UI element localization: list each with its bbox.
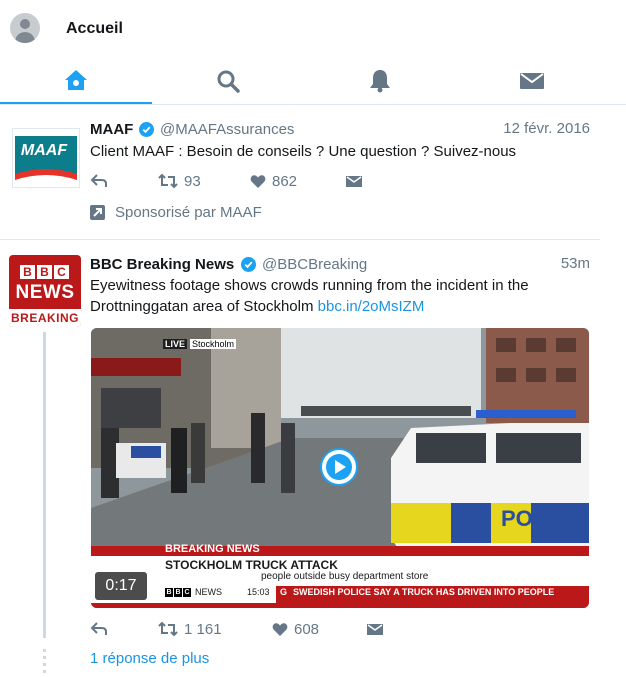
page-title: Accueil xyxy=(66,20,123,37)
tab-notifications[interactable] xyxy=(304,58,456,104)
promoted-icon xyxy=(90,205,105,220)
retweet-count: 1 161 xyxy=(184,620,222,638)
avatar[interactable] xyxy=(10,13,40,43)
tab-home[interactable] xyxy=(0,58,152,104)
maaf-logo-text: MAAF xyxy=(20,142,68,159)
video-player[interactable]: LIVE Stockholm BREAKING NEWS STOCKHOLM T… xyxy=(91,328,589,608)
live-location: Stockholm xyxy=(190,339,237,349)
mail-icon xyxy=(346,175,362,187)
maaf-logo[interactable]: MAAF xyxy=(12,128,80,188)
search-icon xyxy=(217,70,240,93)
like-count: 862 xyxy=(272,172,298,190)
heart-icon xyxy=(250,174,266,188)
author-handle[interactable]: @BBCBreaking xyxy=(262,256,367,273)
brand-block: B xyxy=(174,588,182,597)
verified-icon xyxy=(139,122,154,137)
retweet-button[interactable]: 93 xyxy=(158,171,201,191)
breaking-news-label: BREAKING NEWS xyxy=(165,543,260,555)
ticker-tag: G xyxy=(280,587,288,597)
tweet-time[interactable]: 12 févr. 2016 xyxy=(450,120,590,137)
like-button[interactable]: 862 xyxy=(250,171,297,191)
video-duration: 0:17 xyxy=(95,572,147,600)
author-handle[interactable]: @MAAFAssurances xyxy=(160,121,294,138)
video-clock: 15:03 xyxy=(247,587,270,597)
bell-icon xyxy=(370,70,390,93)
avatar-shoulders xyxy=(15,32,35,43)
dm-button[interactable] xyxy=(346,171,362,191)
tab-messages[interactable] xyxy=(456,58,608,104)
tweet-actions: 1 161 608 xyxy=(90,619,390,639)
more-replies-link[interactable]: 1 réponse de plus xyxy=(90,650,209,667)
bbc-news-text: NEWS xyxy=(15,282,75,303)
bbc-news-brand: B B C NEWS xyxy=(165,588,222,597)
brand-block: C xyxy=(183,588,191,597)
reply-button[interactable] xyxy=(90,619,108,639)
retweet-button[interactable]: 1 161 xyxy=(158,619,222,639)
mail-icon xyxy=(367,623,383,635)
heart-icon xyxy=(272,622,288,636)
live-badge: LIVE xyxy=(163,339,188,349)
tab-bar xyxy=(0,58,626,105)
ticker-text: SWEDISH POLICE SAY A TRUCK HAS DRIVEN IN… xyxy=(293,587,555,597)
tweet[interactable]: B B C NEWS BREAKING BBC Breaking News @B… xyxy=(0,240,600,676)
tweet-text-body: Eyewitness footage shows crowds running … xyxy=(90,277,529,315)
tweet-text: Eyewitness footage shows crowds running … xyxy=(90,275,590,317)
thread-dots xyxy=(43,649,46,677)
bbc-blocks: B B C xyxy=(20,265,69,279)
play-icon xyxy=(326,454,352,480)
tab-search[interactable] xyxy=(152,58,304,104)
thread-line xyxy=(43,332,46,638)
brand-news: NEWS xyxy=(195,587,222,597)
headline-text: STOCKHOLM TRUCK ATTACK xyxy=(165,558,338,572)
bbc-logo[interactable]: B B C NEWS BREAKING xyxy=(9,255,81,327)
retweet-count: 93 xyxy=(184,172,201,190)
sponsored-label: Sponsorisé par MAAF xyxy=(90,204,262,221)
author-name[interactable]: BBC Breaking News xyxy=(90,256,234,273)
retweet-icon xyxy=(158,621,178,637)
sponsored-text: Sponsorisé par MAAF xyxy=(115,204,262,221)
subline-text: people outside busy department store xyxy=(261,571,429,582)
reply-button[interactable] xyxy=(90,171,108,191)
bbc-block: B xyxy=(20,265,35,279)
like-count: 608 xyxy=(294,620,320,638)
tweet-link[interactable]: bbc.in/2oMsIZM xyxy=(318,298,425,315)
brand-block: B xyxy=(165,588,173,597)
police-text: POLIS xyxy=(501,506,568,531)
bbc-block: B xyxy=(37,265,52,279)
retweet-icon xyxy=(158,173,178,189)
home-icon xyxy=(65,70,87,90)
tweet-text: Client MAAF : Besoin de conseils ? Une q… xyxy=(90,143,517,160)
author-name[interactable]: MAAF xyxy=(90,121,133,138)
reply-icon xyxy=(90,622,107,635)
bbc-block: C xyxy=(54,265,69,279)
top-bar: Accueil xyxy=(0,0,626,58)
reply-icon xyxy=(90,174,107,187)
avatar-head xyxy=(20,19,30,29)
like-button[interactable]: 608 xyxy=(272,619,319,639)
tweet-actions: 93 862 xyxy=(90,171,390,191)
bbc-breaking-text: BREAKING xyxy=(9,309,81,327)
tweet-sponsored[interactable]: MAAF MAAF @MAAFAssurances 12 févr. 2016 … xyxy=(0,104,600,240)
mail-icon xyxy=(520,73,544,89)
verified-icon xyxy=(241,257,256,272)
dm-button[interactable] xyxy=(367,619,383,639)
play-button[interactable] xyxy=(320,448,358,486)
tweet-time[interactable]: 53m xyxy=(510,255,590,272)
